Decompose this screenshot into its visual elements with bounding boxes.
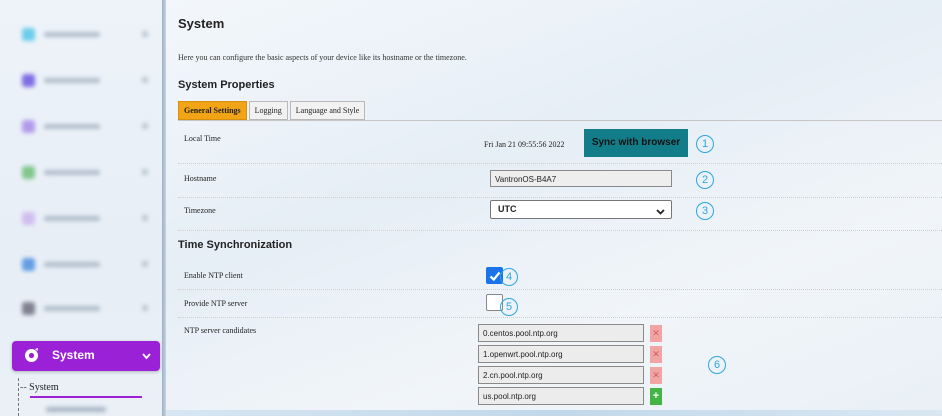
provide-ntp-row: Provide NTP server: [178, 290, 942, 318]
chevron-down-icon: [656, 207, 665, 215]
gear-icon: [24, 348, 39, 363]
remove-server-button[interactable]: ✕: [650, 325, 662, 342]
sidebar-item-blurred[interactable]: [14, 26, 152, 44]
chevron-down-icon: [142, 352, 151, 360]
callout-badge: 3: [696, 202, 714, 220]
close-icon: ✕: [652, 328, 660, 338]
sync-with-browser-button[interactable]: Sync with browser: [584, 129, 688, 157]
bottom-scroll-strip: [166, 410, 942, 416]
submenu-item-system[interactable]: -- System: [20, 382, 59, 393]
submenu-item-blurred[interactable]: [46, 407, 106, 412]
sidebar-item-blurred[interactable]: [14, 72, 152, 90]
main-content: System Here you can configure the basic …: [166, 0, 942, 416]
callout-badge: 4: [500, 268, 518, 286]
hostname-input[interactable]: VantronOS-B4A7: [490, 170, 672, 187]
sidebar-item-system[interactable]: System: [12, 341, 160, 371]
local-time-label: Local Time: [184, 134, 221, 143]
remove-server-button[interactable]: ✕: [650, 346, 662, 363]
remove-server-button[interactable]: ✕: [650, 367, 662, 384]
section-title-system-properties: System Properties: [178, 79, 275, 91]
callout-badge: 5: [500, 298, 518, 316]
page-title: System: [178, 16, 225, 31]
sidebar-item-blurred[interactable]: [14, 164, 152, 182]
page-description: Here you can configure the basic aspects…: [178, 53, 467, 62]
ntp-server-input[interactable]: us.pool.ntp.org: [478, 387, 644, 405]
section-title-time-synchronization: Time Synchronization: [178, 239, 293, 251]
timezone-label: Timezone: [184, 206, 216, 215]
sidebar-item-blurred[interactable]: [14, 300, 152, 318]
enable-ntp-row: Enable NTP client: [178, 262, 942, 290]
add-server-button[interactable]: +: [650, 388, 662, 405]
sidebar-item-blurred[interactable]: [14, 210, 152, 228]
ntp-server-input[interactable]: 0.centos.pool.ntp.org: [478, 324, 644, 342]
provide-ntp-label: Provide NTP server: [184, 299, 248, 308]
ntp-server-input[interactable]: 2.cn.pool.ntp.org: [478, 366, 644, 384]
sidebar-item-blurred[interactable]: [14, 256, 152, 274]
timezone-select[interactable]: UTC: [490, 200, 672, 219]
callout-badge: 6: [708, 356, 726, 374]
ntp-server-input[interactable]: 1.openwrt.pool.ntp.org: [478, 345, 644, 363]
close-icon: ✕: [652, 370, 660, 380]
callout-badge: 2: [696, 171, 714, 189]
close-icon: ✕: [652, 349, 660, 359]
timezone-value: UTC: [498, 204, 517, 214]
submenu-tree-line: [18, 378, 19, 416]
hostname-label: Hostname: [184, 174, 217, 183]
sidebar: System -- System: [0, 0, 162, 416]
sidebar-item-label: System: [52, 348, 95, 362]
hostname-row: Hostname VantronOS-B4A7 2: [178, 164, 942, 198]
plus-icon: +: [652, 390, 660, 402]
ntp-candidates-label: NTP server candidates: [184, 326, 257, 335]
submenu-item-label: System: [29, 382, 59, 393]
settings-tabs: General Settings Logging Language and St…: [178, 101, 366, 120]
tab-logging[interactable]: Logging: [248, 101, 288, 120]
tab-language-and-style[interactable]: Language and Style: [289, 101, 366, 120]
active-submenu-indicator: [30, 396, 142, 398]
local-time-row: Local Time Fri Jan 21 09:55:56 2022 Sync…: [178, 121, 942, 164]
tab-general-settings[interactable]: General Settings: [178, 101, 247, 120]
tree-prefix: --: [20, 382, 27, 393]
callout-badge: 1: [696, 135, 714, 153]
local-time-value: Fri Jan 21 09:55:56 2022: [484, 140, 565, 149]
enable-ntp-label: Enable NTP client: [184, 271, 243, 280]
sidebar-item-blurred[interactable]: [14, 118, 152, 136]
